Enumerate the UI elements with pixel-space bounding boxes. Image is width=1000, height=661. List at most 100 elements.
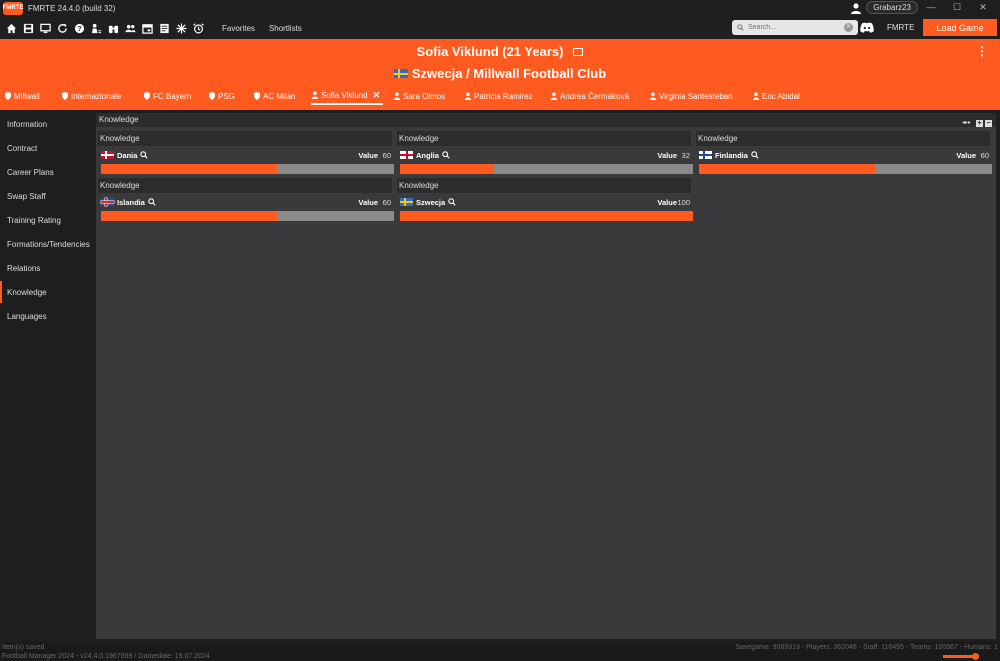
- country-name: Szwecja: [416, 197, 446, 207]
- knowledge-bar[interactable]: [400, 164, 693, 174]
- minimize-button[interactable]: —: [918, 0, 944, 14]
- tab-eric-abidal[interactable]: Eric Abidal: [752, 87, 800, 105]
- user-account[interactable]: Grabarz23: [850, 1, 918, 14]
- magnifier-icon[interactable]: [442, 151, 450, 159]
- knowledge-card-islandia: Knowledge Islandia Value 60: [98, 178, 394, 224]
- save-icon[interactable]: [23, 23, 34, 34]
- country-name: Dania: [117, 150, 138, 160]
- club-title: Szwecja / Millwall Football Club: [0, 66, 1000, 81]
- discord-icon[interactable]: [860, 22, 874, 33]
- sidebar-item-career-plans[interactable]: Career Plans: [0, 161, 96, 183]
- tab-label: Millwall: [14, 91, 40, 101]
- app-title: FMRTE 24.4.0 (build 32): [28, 3, 116, 13]
- shortlists-link[interactable]: Shortlists: [269, 24, 302, 33]
- person-search-icon[interactable]: [91, 23, 102, 34]
- value-label: Value: [657, 197, 677, 207]
- tab-internazionale[interactable]: Internazionale: [61, 87, 121, 105]
- shield-icon: [209, 92, 215, 100]
- content-area: Knowledge ◂▸▸ + − Knowledge Dania Value …: [96, 113, 996, 639]
- more-menu-icon[interactable]: ⋮: [976, 44, 988, 58]
- magnifier-icon[interactable]: [140, 151, 149, 159]
- nation-club-label: Szwecja / Millwall Football Club: [411, 66, 607, 81]
- arrows-icon[interactable]: ◂▸▸: [962, 116, 971, 130]
- refresh-icon[interactable]: [57, 23, 68, 34]
- version-info: Football Manager 2024 - v24.4.0.1967899 …: [2, 653, 210, 660]
- window-controls: — ☐ ✕: [918, 0, 996, 14]
- snowflake-icon[interactable]: [176, 22, 187, 34]
- help-icon[interactable]: ?: [74, 23, 85, 34]
- close-tab-icon[interactable]: ✕: [373, 90, 381, 101]
- maximize-button[interactable]: ☐: [944, 0, 970, 14]
- load-game-button[interactable]: Load Game: [923, 19, 997, 36]
- svg-text:?: ?: [77, 24, 82, 33]
- tab-psg[interactable]: PSG: [208, 87, 235, 105]
- tab-label: AC Milan: [263, 91, 296, 101]
- tab-patricia-ramirez[interactable]: Patricia Ramirez: [464, 87, 533, 105]
- sidebar-item-formations[interactable]: Formations/Tendencies: [0, 233, 96, 255]
- magnifier-icon[interactable]: [448, 198, 456, 206]
- favorites-link[interactable]: Favorites: [222, 24, 255, 33]
- tab-fc-bayern[interactable]: FC Bayern: [143, 87, 191, 105]
- people-icon[interactable]: [125, 23, 136, 34]
- card-row: Anglia Value 32: [397, 147, 691, 163]
- sidebar-item-relations[interactable]: Relations: [0, 257, 96, 279]
- window-icon[interactable]: [573, 47, 584, 56]
- sidebar-item-training-rating[interactable]: Training Rating: [0, 209, 96, 231]
- home-icon[interactable]: [6, 23, 17, 34]
- app-logo: FMRTE: [3, 1, 23, 15]
- tab-sofia-viklund[interactable]: Sofia Viklund ✕: [311, 87, 384, 105]
- player-name: Sofia Viklund (21 Years): [416, 44, 564, 59]
- title-bar: FMRTE FMRTE 24.4.0 (build 32) Grabarz23 …: [0, 0, 1000, 16]
- search-clear-button[interactable]: ✕: [844, 23, 853, 32]
- calendar-icon[interactable]: [142, 23, 153, 34]
- sidebar-item-information[interactable]: Information: [0, 113, 96, 135]
- knowledge-card-finlandia: Knowledge Finlandia Value 60: [696, 131, 992, 177]
- shield-icon: [5, 92, 11, 100]
- search-input[interactable]: [748, 24, 848, 31]
- tab-virginia-santesteban[interactable]: Virginia Santesteban: [649, 87, 733, 105]
- tab-millwall[interactable]: Millwall: [4, 87, 40, 105]
- knowledge-bar-fill: [699, 164, 875, 174]
- status-bar: Item(s) saved Football Manager 2024 - v2…: [0, 642, 1000, 661]
- notes-icon[interactable]: [159, 23, 170, 34]
- knowledge-bar[interactable]: [400, 211, 693, 221]
- knowledge-card-anglia: Knowledge Anglia Value 32: [397, 131, 693, 177]
- card-row: Islandia Value 60: [98, 194, 392, 210]
- tab-label: Eric Abidal: [762, 91, 800, 101]
- tab-andrea-cermakova[interactable]: Andrea Čermáková: [550, 87, 629, 105]
- magnifier-icon[interactable]: [148, 198, 156, 206]
- sidebar-item-languages[interactable]: Languages: [0, 305, 96, 327]
- close-window-button[interactable]: ✕: [970, 0, 996, 14]
- zoom-slider[interactable]: [943, 653, 979, 660]
- person-icon: [752, 92, 760, 100]
- player-header: Sofia Viklund (21 Years) Szwecja / Millw…: [0, 39, 1000, 110]
- knowledge-bar[interactable]: [101, 164, 394, 174]
- card-row: Finlandia Value 60: [696, 147, 990, 163]
- savegame-stats: Savegame: 9089319 - Players: 362048 - St…: [735, 644, 998, 651]
- alarm-icon[interactable]: [193, 22, 204, 34]
- fmrte-label[interactable]: FMRTE: [887, 23, 914, 32]
- knowledge-bar[interactable]: [699, 164, 992, 174]
- person-icon: [550, 92, 558, 100]
- sidebar-item-contract[interactable]: Contract: [0, 137, 96, 159]
- knowledge-card-dania: Knowledge Dania Value 60: [98, 131, 394, 177]
- value-number: 60: [980, 150, 989, 160]
- shield-icon: [144, 92, 150, 100]
- person-icon: [649, 92, 657, 100]
- shield-icon: [62, 92, 68, 100]
- sidebar-item-knowledge[interactable]: Knowledge: [0, 281, 96, 303]
- tab-sara-olmos[interactable]: Sara Olmos: [393, 87, 445, 105]
- value-number: 60: [382, 197, 391, 207]
- player-title: Sofia Viklund (21 Years): [0, 44, 1000, 59]
- add-icon[interactable]: +: [976, 119, 983, 127]
- binoculars-icon[interactable]: [108, 23, 119, 34]
- remove-icon[interactable]: −: [985, 119, 992, 127]
- knowledge-bar[interactable]: [101, 211, 394, 221]
- person-icon: [464, 92, 472, 100]
- search-box[interactable]: ✕: [732, 20, 858, 35]
- zoom-slider-handle[interactable]: [972, 653, 979, 660]
- magnifier-icon[interactable]: [751, 151, 759, 159]
- tab-ac-milan[interactable]: AC Milan: [253, 87, 295, 105]
- monitor-icon[interactable]: [40, 23, 51, 34]
- sidebar-item-swap-staff[interactable]: Swap Staff: [0, 185, 96, 207]
